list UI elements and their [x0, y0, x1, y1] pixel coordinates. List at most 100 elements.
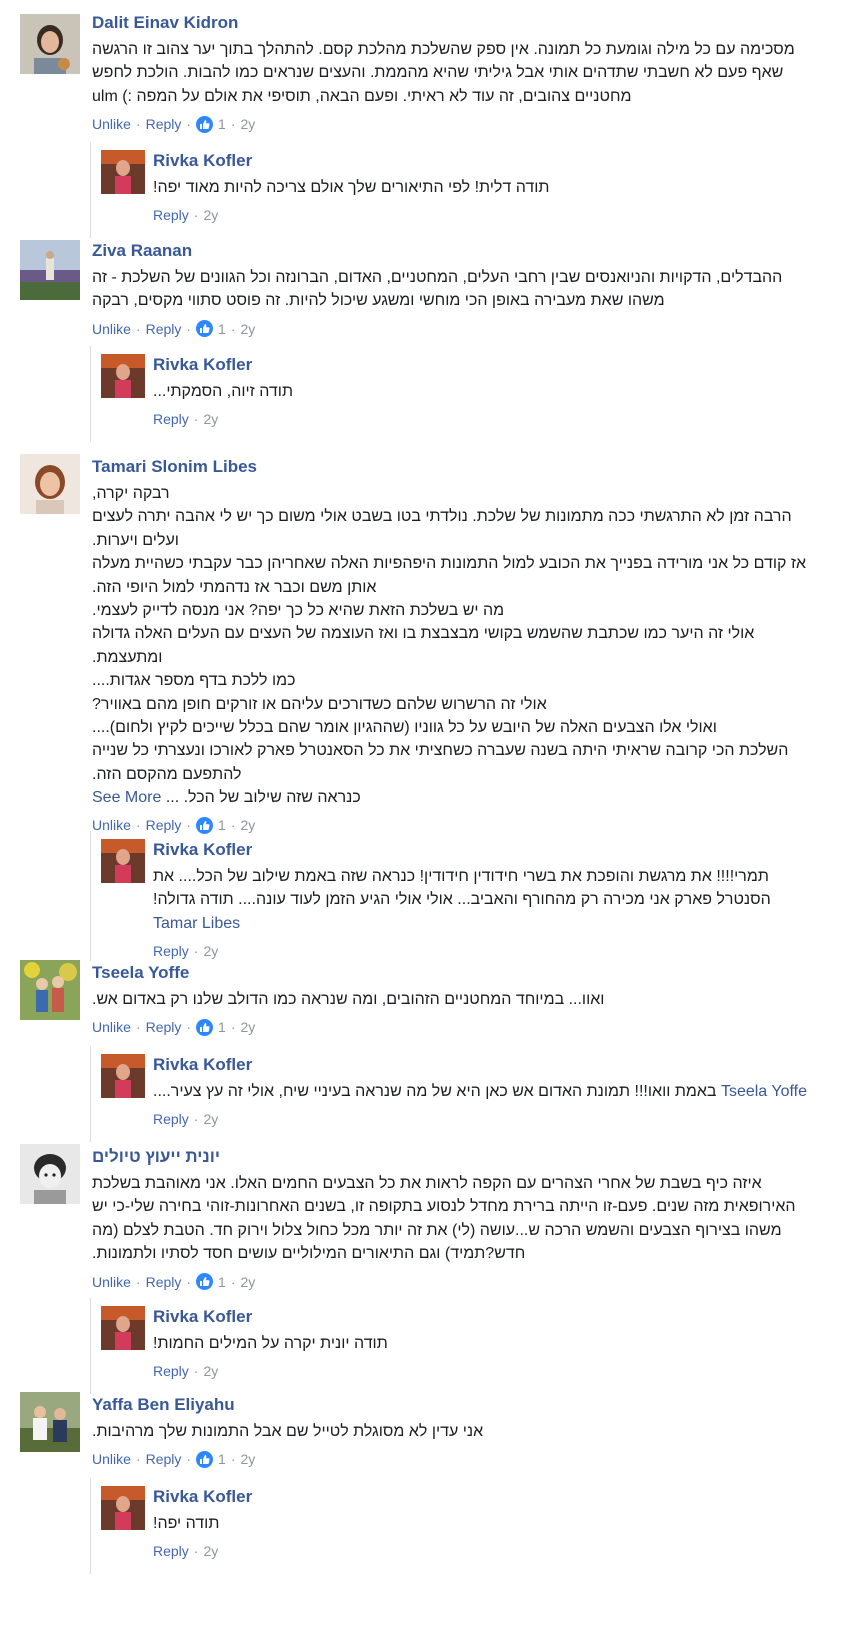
timestamp[interactable]: 2y: [203, 410, 218, 428]
like-count[interactable]: 1: [218, 320, 226, 338]
like-icon[interactable]: [196, 1018, 214, 1036]
reply-link[interactable]: Reply: [153, 1110, 189, 1128]
separator: ·: [186, 1019, 192, 1036]
timestamp[interactable]: 2y: [241, 1450, 256, 1468]
comment-author[interactable]: Tseela Yoffe: [92, 962, 850, 984]
reply-actions: Reply · 2y: [153, 409, 855, 429]
reply-link[interactable]: Reply: [153, 942, 189, 960]
comment-actions: Unlike · Reply · 1 · 2y: [92, 114, 850, 134]
avatar[interactable]: [101, 150, 145, 194]
comment-author[interactable]: Tamari Slonim Libes: [92, 456, 850, 478]
comment-author[interactable]: Dalit Einav Kidron: [92, 12, 850, 34]
reply-link[interactable]: Reply: [146, 115, 182, 133]
see-more-link[interactable]: See More: [92, 789, 161, 806]
separator: ·: [186, 320, 192, 337]
comment-author[interactable]: Yaffa Ben Eliyahu: [92, 1394, 850, 1416]
comment-line: משהו שאת מעבירה באופן הכי מוחשי ומשגע שי…: [92, 292, 665, 310]
separator: ·: [193, 1111, 199, 1128]
reply-line-text: באמת וואו!!! תמונת האדום אש כאן היא של מ…: [153, 1083, 717, 1100]
reply-link[interactable]: Reply: [153, 206, 189, 224]
comment-line: ועלים ויערות.: [92, 531, 179, 549]
reply-link[interactable]: Reply: [146, 1273, 182, 1291]
like-count[interactable]: 1: [218, 1450, 226, 1468]
separator: ·: [230, 320, 236, 337]
like-count[interactable]: 1: [218, 1273, 226, 1291]
reply-link[interactable]: Reply: [153, 410, 189, 428]
unlike-link[interactable]: Unlike: [92, 1273, 131, 1291]
like-icon[interactable]: [196, 1450, 214, 1468]
timestamp[interactable]: 2y: [203, 206, 218, 224]
reply-thread: Rivka Kofler Tseela Yoffe באמת וואו!!! ת…: [90, 1046, 864, 1142]
reply-link[interactable]: Reply: [146, 1018, 182, 1036]
like-icon[interactable]: [196, 115, 214, 133]
reply-link[interactable]: Reply: [153, 1362, 189, 1380]
comment-line: רבקה יקרה,: [92, 485, 170, 502]
avatar[interactable]: [101, 839, 145, 883]
unlike-link[interactable]: Unlike: [92, 1018, 131, 1036]
avatar[interactable]: [20, 1392, 80, 1452]
separator: ·: [186, 116, 192, 133]
avatar[interactable]: [20, 240, 80, 300]
reply-author[interactable]: Rivka Kofler: [153, 839, 855, 861]
comment-text: רבקה יקרה, הרבה זמן לא התרגשתי ככה מתמונ…: [92, 482, 850, 809]
reply-link[interactable]: Reply: [153, 1542, 189, 1560]
timestamp[interactable]: 2y: [241, 1273, 256, 1291]
avatar[interactable]: [20, 454, 80, 514]
reply-actions: Reply · 2y: [153, 205, 855, 225]
reply-line: תודה דלית! לפי התיאורים שלך אולם צריכה ל…: [153, 179, 550, 196]
comment-line: ומתעצמת.: [92, 648, 163, 666]
avatar[interactable]: [101, 354, 145, 398]
comment-line: אני עדין לא מסוגלת לטייל שם אבל התמונות …: [92, 1423, 484, 1440]
comment-line: כנראה שזה שילוב של הכל. ... See More: [92, 786, 850, 809]
avatar[interactable]: [20, 960, 80, 1020]
unlike-link[interactable]: Unlike: [92, 115, 131, 133]
timestamp[interactable]: 2y: [203, 1110, 218, 1128]
avatar[interactable]: [101, 1054, 145, 1098]
like-count[interactable]: 1: [218, 115, 226, 133]
comment-text: ההבדלים, הדקויות והניואנסים שבין רחבי הע…: [92, 266, 850, 313]
comment-author[interactable]: Ziva Raanan: [92, 240, 850, 262]
reply-author[interactable]: Rivka Kofler: [153, 1054, 855, 1076]
comment-author[interactable]: יונית ייעוץ טיולים: [92, 1146, 850, 1168]
reply-text: תודה זיוה, הסמקתי...: [153, 380, 855, 403]
reply-thread: Rivka Kofler תודה דלית! לפי התיאורים שלך…: [90, 142, 864, 238]
avatar[interactable]: [101, 1486, 145, 1530]
reply-thread: Rivka Kofler תודה זיוה, הסמקתי... Reply ·…: [90, 346, 864, 442]
avatar[interactable]: [20, 14, 80, 74]
reply-line: תמרי!!!! את מרגשת והופכת את בשרי חידודין…: [153, 868, 769, 885]
timestamp[interactable]: 2y: [241, 320, 256, 338]
timestamp[interactable]: 2y: [203, 1362, 218, 1380]
reply-link[interactable]: Reply: [146, 1450, 182, 1468]
reply-link[interactable]: Reply: [146, 320, 182, 338]
reply-thread: Rivka Kofler תודה יונית יקרה על המילים ה…: [90, 1298, 864, 1394]
comment-actions: Unlike · Reply · 1 · 2y: [92, 1272, 850, 1292]
reply-line: הסנטרל פארק אני מכירה רק מהחורף והאביב..…: [153, 891, 771, 909]
separator: ·: [193, 207, 199, 224]
separator: ·: [230, 116, 236, 133]
avatar[interactable]: [20, 1144, 80, 1204]
comment-line: אז קודם כל אני מורידה בפנייך את הכובע למ…: [92, 555, 807, 573]
reply-actions: Reply · 2y: [153, 1109, 855, 1129]
reply-author[interactable]: Rivka Kofler: [153, 1486, 855, 1508]
unlike-link[interactable]: Unlike: [92, 320, 131, 338]
mention-link[interactable]: Tamar Libes: [153, 912, 855, 935]
timestamp[interactable]: 2y: [241, 115, 256, 133]
unlike-link[interactable]: Unlike: [92, 1450, 131, 1468]
comment-line: השלכת הכי קרובה שראיתי היתה בשנה שעברה כ…: [92, 742, 789, 760]
like-count[interactable]: 1: [218, 1018, 226, 1036]
timestamp[interactable]: 2y: [203, 942, 218, 960]
reply-text: תודה דלית! לפי התיאורים שלך אולם צריכה ל…: [153, 176, 855, 199]
like-icon[interactable]: [196, 1273, 214, 1291]
timestamp[interactable]: 2y: [241, 1018, 256, 1036]
reply-author[interactable]: Rivka Kofler: [153, 354, 855, 376]
separator: ·: [193, 1363, 199, 1380]
reply-author[interactable]: Rivka Kofler: [153, 150, 855, 172]
timestamp[interactable]: 2y: [203, 1542, 218, 1560]
comment-text: ואוו... במיוחד המחטניים הזהובים, ומה שנר…: [92, 988, 850, 1011]
like-icon[interactable]: [196, 320, 214, 338]
comment-line: אולי זה היער כמו שכתבת שהשמש בקושי מבצבצ…: [92, 625, 755, 643]
separator: ·: [135, 1273, 141, 1290]
mention-link[interactable]: Tseela Yoffe: [721, 1083, 807, 1100]
avatar[interactable]: [101, 1306, 145, 1350]
reply-author[interactable]: Rivka Kofler: [153, 1306, 855, 1328]
